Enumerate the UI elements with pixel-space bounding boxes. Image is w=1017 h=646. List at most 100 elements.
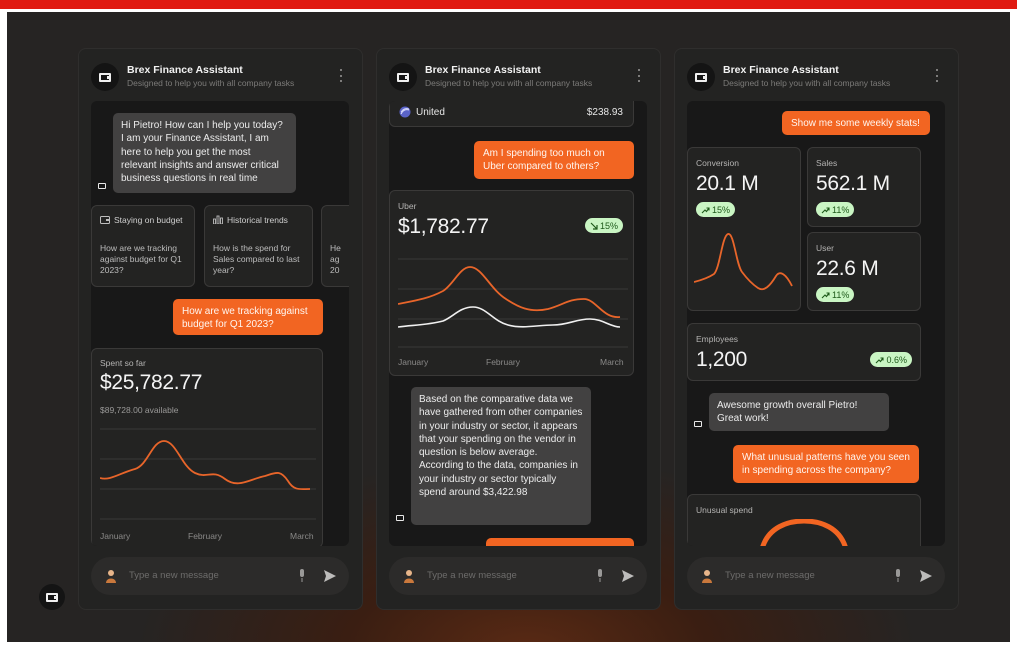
user-message-bubble: Am I spending too much on Uber compared … (474, 141, 634, 179)
spend-card: Spent so far $25,782.77 $89,728.00 avail… (91, 348, 323, 546)
employees-value: 1,200 (696, 348, 748, 371)
microphone-icon[interactable] (895, 569, 901, 582)
suggestion-card-trends[interactable]: Historical trends How is the spend for S… (204, 205, 313, 287)
spend-amount: $25,782.77 (100, 371, 203, 394)
bar-chart-icon (213, 215, 223, 224)
united-logo-icon (399, 106, 411, 118)
panel-title: Brex Finance Assistant (127, 64, 243, 76)
trend-up-icon (821, 206, 830, 213)
user-message-bubble-partial (486, 538, 634, 546)
industry-series-line (398, 306, 621, 328)
microphone-icon[interactable] (299, 569, 305, 582)
uber-label: Uber (398, 201, 417, 211)
suggestion-card-budget[interactable]: Staying on budget How are we tracking ag… (91, 205, 195, 287)
axis-label: February (188, 531, 223, 541)
panel-title: Brex Finance Assistant (723, 64, 839, 76)
chat-area[interactable]: United $238.93 Am I spending too much on… (389, 101, 647, 546)
suggestion-body: He ag 20 (330, 243, 341, 275)
spend-line-chart (100, 428, 316, 520)
unusual-spend-label: Unusual spend (696, 505, 753, 515)
vendor-amount: $238.93 (586, 107, 623, 118)
user-avatar-icon (702, 570, 712, 583)
conversion-series-line (694, 233, 793, 291)
brex-corner-logo-icon[interactable] (39, 584, 65, 610)
panel-header: Brex Finance Assistant Designed to help … (377, 49, 660, 101)
spend-series-line (100, 440, 311, 491)
message-input[interactable]: Type a new message (129, 570, 219, 581)
trend-up-badge: 11% (816, 287, 855, 302)
sales-label: Sales (816, 158, 838, 168)
employees-label: Employees (696, 334, 739, 344)
microphone-icon[interactable] (597, 569, 603, 582)
brex-logo-icon (389, 63, 417, 91)
message-composer[interactable]: Type a new message (389, 557, 647, 595)
assistant-answer-bubble: Based on the comparative data we have ga… (411, 387, 591, 525)
send-icon[interactable] (323, 569, 337, 583)
employees-card: Employees 1,200 0.6% (687, 323, 921, 381)
badge-value: 11% (832, 289, 850, 300)
badge-value: 0.6% (886, 354, 907, 365)
sales-value: 562.1 M (816, 172, 890, 195)
suggestion-title: Staying on budget (114, 215, 183, 225)
message-input[interactable]: Type a new message (725, 570, 815, 581)
assistant-panel-1: Brex Finance Assistant Designed to help … (78, 48, 363, 610)
chat-area[interactable]: Show me some weekly stats! Conversion 20… (687, 101, 945, 546)
message-input[interactable]: Type a new message (427, 570, 517, 581)
message-composer[interactable]: Type a new message (687, 557, 945, 595)
panel-title: Brex Finance Assistant (425, 64, 541, 76)
assistant-avatar-icon (691, 417, 705, 431)
user-label: User (816, 243, 834, 253)
panel-subtitle: Designed to help you with all company ta… (127, 78, 295, 88)
more-options-icon[interactable] (638, 69, 641, 82)
assistant-greeting-bubble: Hi Pietro! How can I help you today? I a… (113, 113, 296, 193)
assistant-panel-3: Brex Finance Assistant Designed to help … (674, 48, 959, 610)
user-message-bubble: How are we tracking against budget for Q… (173, 299, 323, 335)
trend-up-icon (821, 291, 830, 298)
more-options-icon[interactable] (936, 69, 939, 82)
uber-comparison-chart (398, 258, 628, 348)
more-options-icon[interactable] (340, 69, 343, 82)
assistant-avatar-icon (95, 179, 109, 193)
unusual-spend-gauge (760, 519, 848, 546)
chat-area[interactable]: Hi Pietro! How can I help you today? I a… (91, 101, 349, 546)
assistant-reply-bubble: Awesome growth overall Pietro! Great wor… (709, 393, 889, 431)
brex-logo-icon (91, 63, 119, 91)
assistant-avatar-icon (393, 511, 407, 525)
user-message-bubble: What unusual patterns have you seen in s… (733, 445, 919, 483)
trend-up-icon (876, 356, 885, 363)
conversion-label: Conversion (696, 158, 739, 168)
sales-card: Sales 562.1 M 11% (807, 147, 921, 227)
user-message-bubble: Show me some weekly stats! (782, 111, 930, 135)
spend-available: $89,728.00 available (100, 405, 179, 415)
axis-label: January (100, 531, 131, 541)
top-red-bar (0, 0, 1017, 9)
suggestion-body: How are we tracking against budget for Q… (100, 243, 182, 275)
trend-up-badge: 11% (816, 202, 855, 217)
axis-label: February (486, 357, 521, 367)
send-icon[interactable] (621, 569, 635, 583)
axis-label: March (600, 357, 624, 367)
vendor-name: United (416, 107, 445, 118)
trend-down-badge: 15% (584, 218, 623, 233)
unusual-spend-card: Unusual spend (687, 494, 921, 546)
wallet-icon (100, 216, 110, 224)
assistant-panel-2: Brex Finance Assistant Designed to help … (376, 48, 661, 610)
axis-label: January (398, 357, 429, 367)
arrow-down-right-icon (590, 222, 598, 230)
vendor-row-united: United $238.93 (389, 101, 634, 127)
uber-spend-card: Uber $1,782.77 15% January February Marc… (389, 190, 634, 376)
suggestion-card-partial[interactable]: He ag 20 (321, 205, 349, 287)
trend-up-badge: 0.6% (870, 352, 912, 367)
user-avatar-icon (404, 570, 414, 583)
trend-up-icon (701, 206, 710, 213)
message-composer[interactable]: Type a new message (91, 557, 349, 595)
spend-label: Spent so far (100, 358, 146, 368)
conversion-value: 20.1 M (696, 172, 759, 195)
badge-value: 15% (599, 220, 618, 231)
showcase-stage: Brex Finance Assistant Designed to help … (7, 12, 1010, 642)
user-avatar-icon (106, 570, 116, 583)
send-icon[interactable] (919, 569, 933, 583)
suggestion-body: How is the spend for Sales compared to l… (213, 243, 300, 275)
trend-up-badge: 15% (696, 202, 736, 217)
gauge-arc (760, 519, 848, 546)
